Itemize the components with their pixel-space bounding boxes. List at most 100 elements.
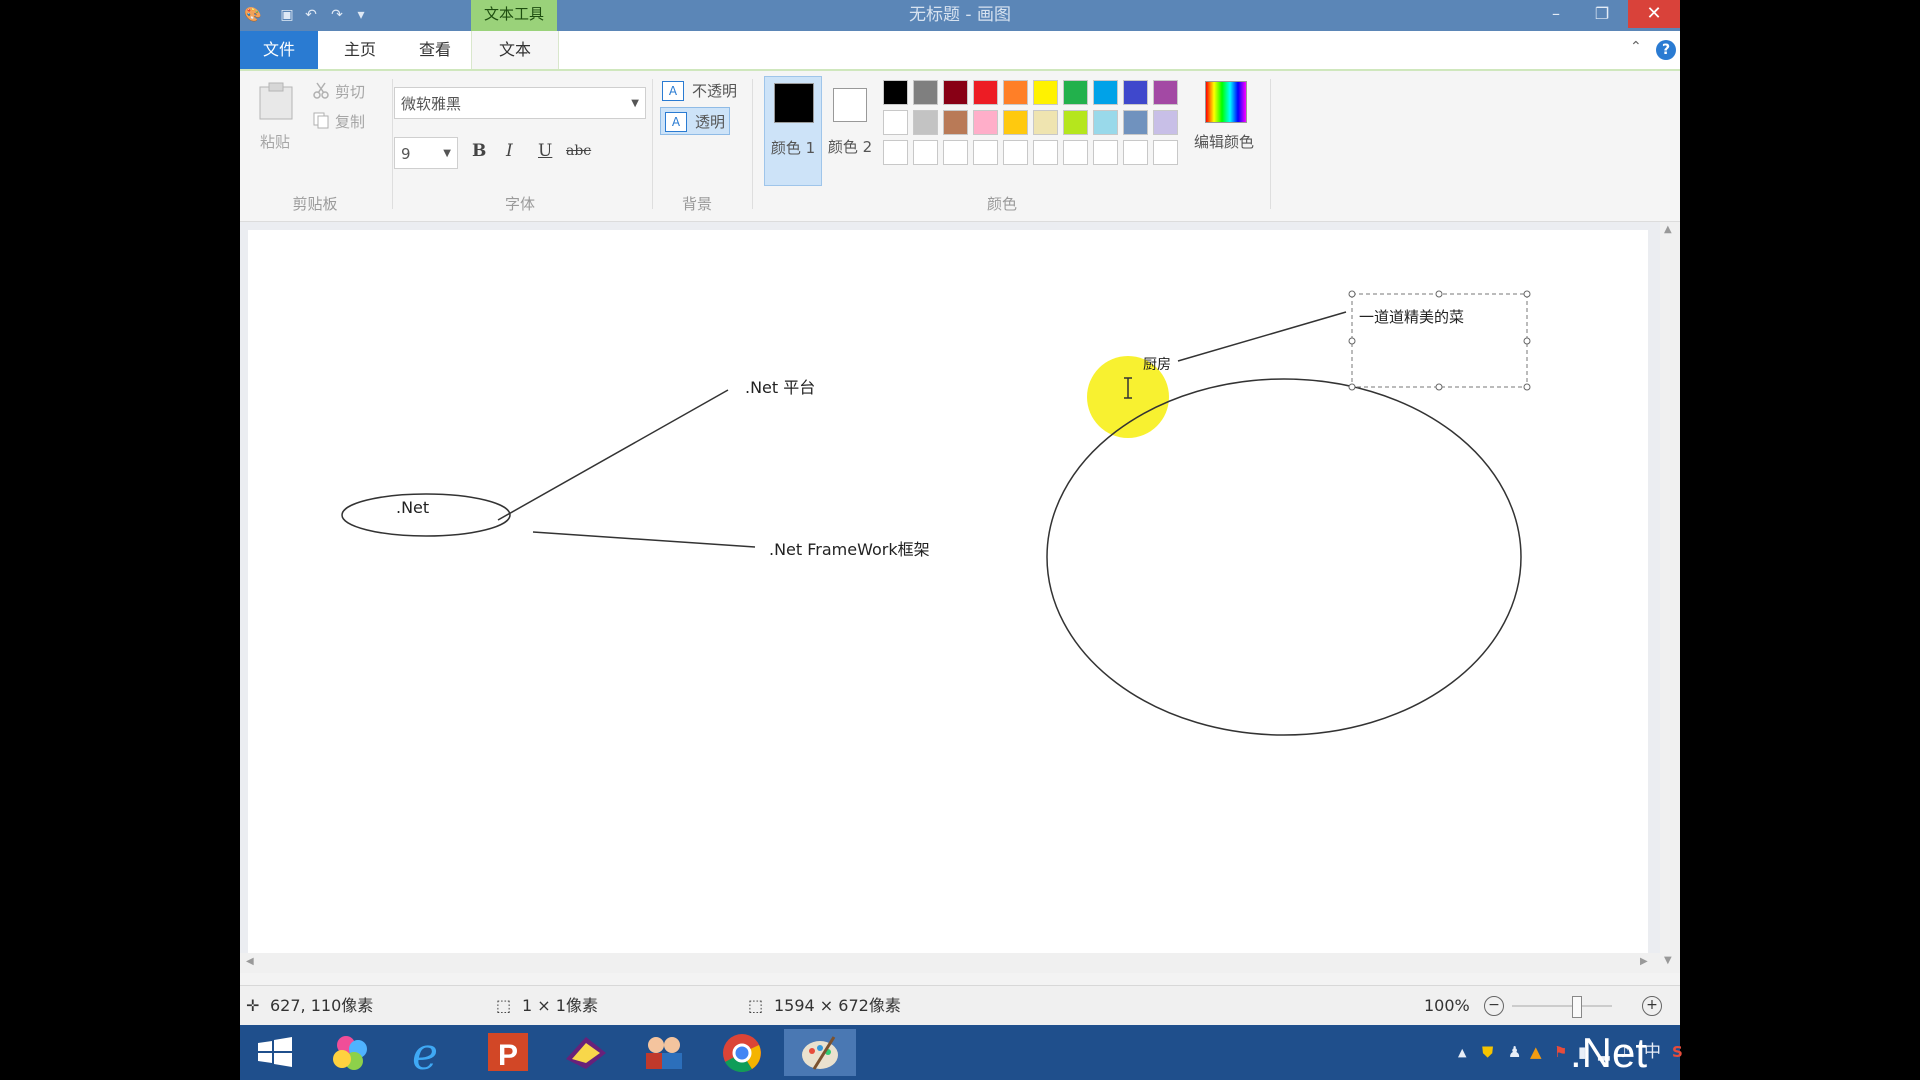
line-to-dish	[1177, 311, 1347, 362]
image-size: 1594 × 672像素	[774, 996, 901, 1015]
palette-swatch[interactable]	[1003, 80, 1028, 105]
palette-swatch[interactable]	[1003, 140, 1028, 165]
tab-file[interactable]: 文件	[240, 31, 318, 69]
color2-button[interactable]: 颜色 2	[822, 76, 878, 184]
palette-swatch[interactable]	[913, 140, 938, 165]
palette-swatch[interactable]	[1033, 80, 1058, 105]
scroll-left-icon[interactable]: ◀	[246, 956, 254, 967]
zoom-slider-thumb[interactable]	[1572, 996, 1582, 1018]
net-label: .Net	[396, 498, 430, 517]
scroll-down-icon[interactable]: ▼	[1664, 955, 1672, 966]
copy-icon	[312, 111, 330, 129]
ribbon-tabs: 文件 主页 查看 文本 ⌃ ?	[240, 31, 1680, 71]
palette-swatch[interactable]	[973, 80, 998, 105]
font-size-select[interactable]: 9 ▼	[394, 137, 458, 169]
strikethrough-button[interactable]: abc	[566, 143, 591, 159]
app-tray-icon[interactable]: ▲	[1530, 1025, 1542, 1080]
minimize-button[interactable]: –	[1536, 0, 1576, 28]
cursor-position: 627, 110像素	[270, 996, 374, 1015]
palette-swatch[interactable]	[943, 110, 968, 135]
drawing-canvas[interactable]: .Net .Net 平台 .Net FrameWork框架 厨房 一道道精美的菜	[248, 230, 1648, 965]
tray-expand-icon[interactable]: ▲	[1458, 1025, 1466, 1080]
dish-text[interactable]: 一道道精美的菜	[1359, 306, 1464, 327]
edit-colors-button[interactable]: 编辑颜色	[1194, 131, 1254, 152]
title-bar: 🎨 ▣ ↶ ↷ ▾ 无标题 - 画图 文本工具 – ❐ ✕	[240, 0, 1680, 31]
cut-button[interactable]: 剪切	[335, 81, 365, 102]
canvas-area: .Net .Net 平台 .Net FrameWork框架 厨房 一道道精美的菜…	[240, 222, 1680, 973]
palette-swatch[interactable]	[1063, 140, 1088, 165]
palette-swatch[interactable]	[1063, 110, 1088, 135]
palette-swatch[interactable]	[913, 110, 938, 135]
underline-button[interactable]: U	[538, 141, 552, 161]
transparent-option[interactable]: A 透明	[660, 107, 730, 135]
colors-group-label: 颜色	[986, 195, 1017, 213]
palette-swatch[interactable]	[1093, 140, 1118, 165]
vertical-scrollbar[interactable]: ▲ ▼	[1660, 222, 1680, 973]
cursor-position-icon: ✛	[246, 996, 260, 1015]
palette-swatch[interactable]	[913, 80, 938, 105]
palette-swatch[interactable]	[1123, 140, 1148, 165]
palette-swatch[interactable]	[1093, 80, 1118, 105]
selection-size: 1 × 1像素	[522, 996, 598, 1015]
paste-button[interactable]: 粘贴	[260, 131, 290, 152]
zoom-slider[interactable]	[1512, 1005, 1612, 1007]
users-app-icon[interactable]	[628, 1029, 700, 1076]
opaque-option[interactable]: A 不透明	[658, 77, 748, 105]
pinwheel-app-icon[interactable]	[316, 1029, 388, 1076]
palette-swatch[interactable]	[1063, 80, 1088, 105]
scroll-right-icon[interactable]: ▶	[1640, 956, 1648, 967]
palette-swatch[interactable]	[973, 110, 998, 135]
palette-swatch[interactable]	[1033, 140, 1058, 165]
start-button[interactable]	[240, 1029, 312, 1076]
zoom-in-icon[interactable]: +	[1642, 996, 1662, 1016]
scroll-up-icon[interactable]: ▲	[1664, 224, 1672, 235]
background-group-label: 背景	[681, 195, 712, 213]
bold-button[interactable]: B	[472, 141, 486, 161]
font-family-select[interactable]: 微软雅黑 ▼	[394, 87, 646, 119]
collapse-ribbon-icon[interactable]: ⌃	[1630, 39, 1642, 55]
palette-swatch[interactable]	[1033, 110, 1058, 135]
tab-view[interactable]: 查看	[400, 31, 470, 69]
help-icon[interactable]: ?	[1656, 40, 1676, 60]
tab-home[interactable]: 主页	[325, 31, 395, 69]
tab-text[interactable]: 文本	[471, 31, 559, 69]
security-tray-icon[interactable]: ⛊	[1482, 1025, 1493, 1080]
internet-explorer-icon[interactable]: e	[394, 1029, 466, 1080]
user-tray-icon[interactable]: ♟	[1508, 1025, 1521, 1080]
close-button[interactable]: ✕	[1628, 0, 1680, 28]
palette-swatch[interactable]	[883, 80, 908, 105]
edit-colors-icon[interactable]	[1205, 81, 1247, 123]
paint-taskbar-icon[interactable]	[784, 1029, 856, 1076]
line-to-framework	[532, 531, 756, 548]
cut-icon	[312, 81, 330, 99]
palette-swatch[interactable]	[943, 140, 968, 165]
palette-swatch[interactable]	[1093, 110, 1118, 135]
sogou-tray-icon[interactable]: S	[1672, 1025, 1683, 1080]
flag-tray-icon[interactable]: ⚑	[1554, 1025, 1567, 1080]
group-separator	[1270, 79, 1271, 209]
palette-swatch[interactable]	[973, 140, 998, 165]
palette-swatch[interactable]	[883, 140, 908, 165]
opaque-label: 不透明	[692, 82, 738, 100]
paste-icon[interactable]	[258, 81, 294, 121]
palette-swatch[interactable]	[1123, 110, 1148, 135]
image-size-icon: ⬚	[748, 996, 764, 1015]
italic-button[interactable]: I	[506, 141, 513, 161]
palette-swatch[interactable]	[1153, 110, 1178, 135]
chrome-icon[interactable]	[706, 1029, 778, 1076]
palette-swatch[interactable]	[1153, 140, 1178, 165]
restore-button[interactable]: ❐	[1582, 0, 1622, 28]
copy-button[interactable]: 复制	[335, 111, 365, 132]
powerpoint-icon[interactable]: P	[472, 1029, 544, 1076]
palette-swatch[interactable]	[883, 110, 908, 135]
horizontal-scrollbar[interactable]: ◀ ▶	[240, 953, 1660, 973]
palette-swatch[interactable]	[1003, 110, 1028, 135]
palette-swatch[interactable]	[1153, 80, 1178, 105]
palette-swatch[interactable]	[1123, 80, 1148, 105]
context-tab-text-tools: 文本工具	[471, 0, 557, 31]
visual-studio-icon[interactable]	[550, 1029, 622, 1076]
color1-button[interactable]: 颜色 1	[764, 76, 822, 186]
palette-swatch[interactable]	[943, 80, 968, 105]
platform-label: .Net 平台	[745, 378, 816, 397]
zoom-out-icon[interactable]: −	[1484, 996, 1504, 1016]
